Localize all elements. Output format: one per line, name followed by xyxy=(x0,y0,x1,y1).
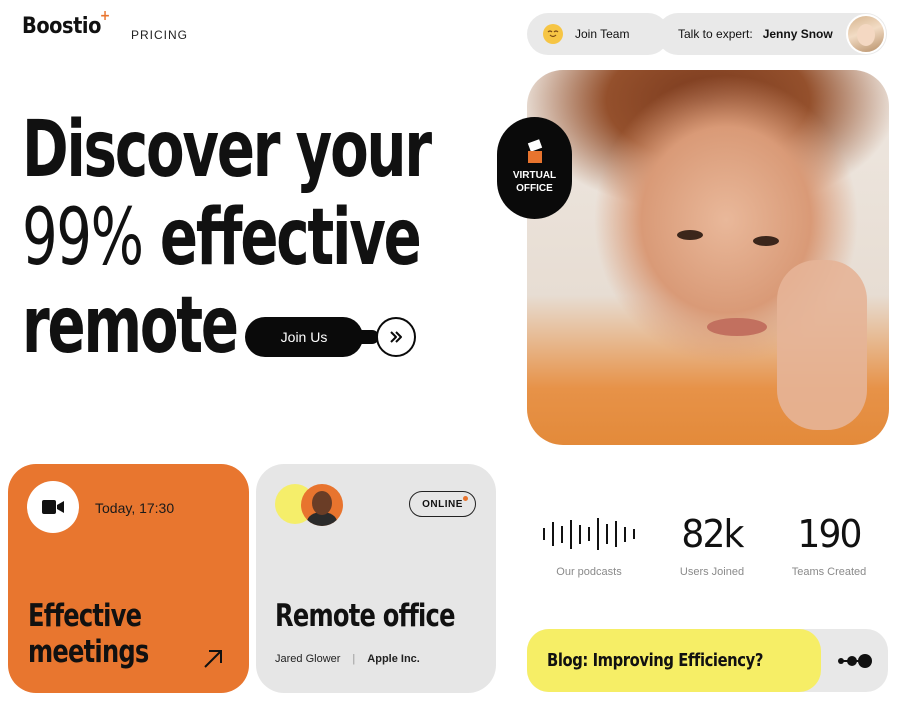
chevron-right-icon xyxy=(390,331,402,343)
company-name: Apple Inc. xyxy=(367,653,420,665)
hero-effective: effective xyxy=(159,193,422,283)
talk-to-expert-label: Talk to expert: xyxy=(678,27,753,41)
blog-title-pill[interactable]: Blog: Improving Efficiency? xyxy=(527,629,821,692)
podcasts-label: Our podcasts xyxy=(556,566,622,578)
meta-separator: | xyxy=(352,653,356,665)
join-team-button[interactable]: Join Team xyxy=(527,13,669,55)
teams-label: Teams Created xyxy=(791,566,867,578)
hero-line-2: 99% effective xyxy=(22,194,430,282)
meetings-title-line-2: meetings xyxy=(28,634,149,670)
expert-avatar[interactable] xyxy=(846,14,886,54)
remote-office-card[interactable]: ONLINE Remote office Jared Glower | Appl… xyxy=(256,464,496,693)
blog-title: Blog: Improving Efficiency? xyxy=(547,650,763,671)
person-meta: Jared Glower | Apple Inc. xyxy=(275,653,420,665)
waveform-bar xyxy=(606,524,608,544)
photo-eye-right xyxy=(753,236,779,246)
photo-eye-left xyxy=(677,230,703,240)
hero-line-3: remote xyxy=(22,281,239,371)
waveform-bar xyxy=(588,527,590,541)
online-dot-icon xyxy=(463,496,468,501)
podcast-waveform-icon xyxy=(537,512,641,556)
logo[interactable]: Boostio + xyxy=(22,8,110,39)
badge-line-1: VIRTUAL xyxy=(512,170,557,181)
hero-portrait-photo xyxy=(527,70,889,445)
users-value: 82k xyxy=(681,512,744,556)
status-label: ONLINE xyxy=(422,498,463,510)
status-badge: ONLINE xyxy=(409,491,476,517)
users-label: Users Joined xyxy=(679,566,745,578)
blog-banner[interactable]: Blog: Improving Efficiency? xyxy=(527,629,888,692)
hero-line-1: Discover your xyxy=(22,105,432,195)
video-camera-icon xyxy=(42,500,64,514)
waveform-bar xyxy=(597,518,599,550)
expert-name: Jenny Snow xyxy=(762,27,833,41)
stat-teams: 190 Teams Created xyxy=(780,512,878,578)
stat-users: 82k Users Joined xyxy=(666,512,758,578)
meetings-title-line-1: Effective xyxy=(28,598,142,634)
smiling-face-icon xyxy=(543,24,563,44)
photo-lips xyxy=(707,318,767,336)
office-cube-icon xyxy=(527,139,542,163)
virtual-office-badge[interactable]: VIRTUAL OFFICE xyxy=(497,117,572,219)
waveform-bar xyxy=(579,524,581,544)
waveform-bar xyxy=(624,526,626,542)
join-us-button[interactable]: Join Us xyxy=(245,317,363,357)
dots-connector-icon xyxy=(838,654,872,668)
teams-value: 190 xyxy=(797,512,862,556)
logo-plus-mark: + xyxy=(99,8,110,24)
person-name: Jared Glower xyxy=(275,653,341,665)
hero-percent: 99% xyxy=(22,193,144,283)
badge-line-2: OFFICE xyxy=(516,183,553,194)
video-call-button[interactable] xyxy=(27,481,79,533)
remote-office-title: Remote office xyxy=(275,598,456,634)
join-arrow-button[interactable] xyxy=(376,317,416,357)
logo-text: Boostio xyxy=(22,14,101,39)
stat-podcasts[interactable]: Our podcasts xyxy=(537,512,641,578)
meetings-title: Effective meetings xyxy=(28,598,149,670)
waveform-bar xyxy=(552,522,554,546)
avatar[interactable] xyxy=(301,484,343,526)
waveform-bar xyxy=(615,521,617,547)
nav-pricing-link[interactable]: PRICING xyxy=(131,28,188,42)
waveform-bar xyxy=(633,529,635,539)
waveform-bar xyxy=(543,528,545,540)
effective-meetings-card[interactable]: Today, 17:30 Effective meetings xyxy=(8,464,249,693)
join-team-label: Join Team xyxy=(575,27,630,41)
meeting-time: Today, 17:30 xyxy=(95,500,175,516)
waveform-bar xyxy=(561,525,563,543)
waveform-bar xyxy=(570,519,572,549)
arrow-up-right-icon[interactable] xyxy=(202,648,224,670)
photo-hand xyxy=(777,260,867,430)
